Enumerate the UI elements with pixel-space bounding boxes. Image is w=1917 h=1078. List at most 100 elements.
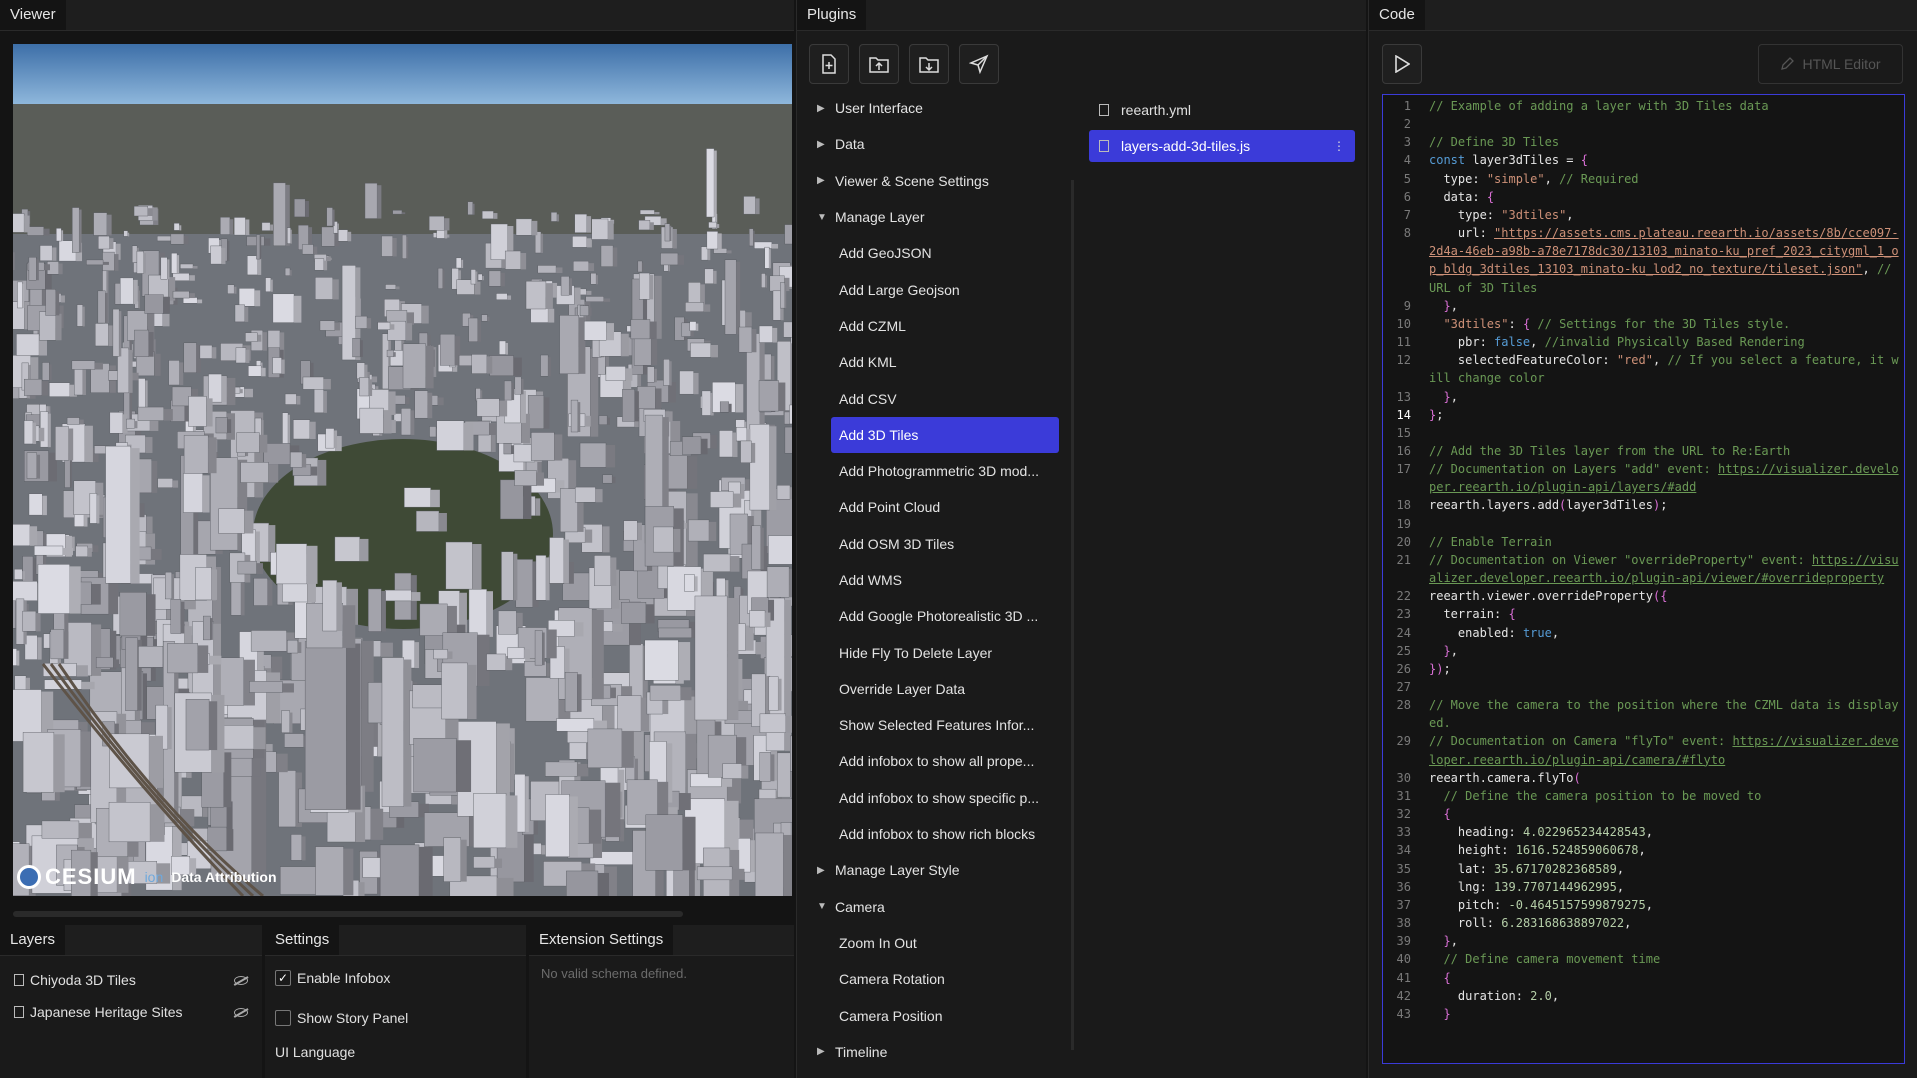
tree-item[interactable]: Add WMS bbox=[797, 562, 1073, 598]
more-options-icon[interactable]: ⋮ bbox=[1333, 139, 1345, 153]
tree-item[interactable]: Add Google Photorealistic 3D ... bbox=[797, 598, 1073, 634]
code-line[interactable]: 29 // Documentation on Camera "flyTo" eve… bbox=[1383, 732, 1904, 768]
code-line[interactable]: 12 selectedFeatureColor: "red", // If yo… bbox=[1383, 351, 1904, 387]
code-line[interactable]: 9 }, bbox=[1383, 297, 1904, 315]
tree-item[interactable]: Add Large Geojson bbox=[797, 271, 1073, 307]
code-line[interactable]: 16 // Add the 3D Tiles layer from the URL… bbox=[1383, 442, 1904, 460]
code-line[interactable]: 5 type: "simple", // Required bbox=[1383, 170, 1904, 188]
data-attribution-link[interactable]: Data Attribution bbox=[171, 869, 276, 885]
code-line[interactable]: 11 pbr: false, //invalid Physically Base… bbox=[1383, 333, 1904, 351]
code-line[interactable]: 7 type: "3dtiles", bbox=[1383, 206, 1904, 224]
show-story-panel-checkbox[interactable] bbox=[275, 1010, 291, 1026]
code-line[interactable]: 20 // Enable Terrain bbox=[1383, 533, 1904, 551]
tree-item[interactable]: Add infobox to show rich blocks bbox=[797, 816, 1073, 852]
code-line[interactable]: 40 // Define camera movement time bbox=[1383, 950, 1904, 968]
line-number: 13 bbox=[1396, 389, 1411, 404]
code-line[interactable]: 35 lat: 35.67170282368589, bbox=[1383, 860, 1904, 878]
code-line[interactable]: 39 }, bbox=[1383, 932, 1904, 950]
tree-item[interactable]: Add 3D Tiles bbox=[831, 416, 1059, 453]
tree-item[interactable]: Add KML bbox=[797, 344, 1073, 380]
tree-item[interactable]: Hide Fly To Delete Layer bbox=[797, 634, 1073, 670]
tree-item[interactable]: Override Layer Data bbox=[797, 671, 1073, 707]
code-line[interactable]: 26}); bbox=[1383, 660, 1904, 678]
code-line[interactable]: 27 bbox=[1383, 678, 1904, 696]
code-line[interactable]: 22 reearth.viewer.overrideProperty({ bbox=[1383, 587, 1904, 605]
code-line[interactable]: 14}; bbox=[1383, 406, 1904, 424]
tree-group[interactable]: ▶ Data bbox=[797, 126, 1073, 162]
tree-item[interactable]: Zoom In Out bbox=[797, 925, 1073, 961]
tab-extension-settings[interactable]: Extension Settings bbox=[529, 924, 674, 955]
tree-group[interactable]: ▼ Manage Layer bbox=[797, 199, 1073, 235]
enable-infobox-row[interactable]: ✓ Enable Infobox bbox=[265, 958, 526, 998]
code-line[interactable]: 1 // Example of adding a layer with 3D Ti… bbox=[1383, 97, 1904, 115]
code-line[interactable]: 10 "3dtiles": { // Settings for the 3D T… bbox=[1383, 315, 1904, 333]
code-line[interactable]: 15 bbox=[1383, 424, 1904, 442]
code-line[interactable]: 42 duration: 2.0, bbox=[1383, 987, 1904, 1005]
code-line[interactable]: 4 const layer3dTiles = { bbox=[1383, 151, 1904, 169]
file-item-layers-add-3d-tiles[interactable]: layers-add-3d-tiles.js ⋮ bbox=[1089, 130, 1355, 162]
code-line[interactable]: 30 reearth.camera.flyTo( bbox=[1383, 769, 1904, 787]
html-editor-button[interactable]: HTML Editor bbox=[1758, 44, 1903, 84]
code-line[interactable]: 3 // Define 3D Tiles bbox=[1383, 133, 1904, 151]
tab-settings[interactable]: Settings bbox=[265, 924, 340, 955]
tree-item[interactable]: Add Photogrammetric 3D mod... bbox=[797, 453, 1073, 489]
code-line[interactable]: 25 }, bbox=[1383, 642, 1904, 660]
code-line[interactable]: 6 data: { bbox=[1383, 188, 1904, 206]
code-line[interactable]: 18 reearth.layers.add(layer3dTiles); bbox=[1383, 496, 1904, 514]
upload-button[interactable] bbox=[859, 44, 899, 84]
tree-group[interactable]: ▶ Timeline bbox=[797, 1034, 1073, 1070]
code-editor[interactable]: 1 // Example of adding a layer with 3D Ti… bbox=[1382, 94, 1905, 1064]
tree-item[interactable]: Add infobox to show specific p... bbox=[797, 780, 1073, 816]
new-file-button[interactable] bbox=[809, 44, 849, 84]
code-line[interactable]: 23 terrain: { bbox=[1383, 605, 1904, 623]
tree-item[interactable]: Add CZML bbox=[797, 308, 1073, 344]
download-button[interactable] bbox=[909, 44, 949, 84]
layer-item[interactable]: Japanese Heritage Sites bbox=[0, 996, 262, 1028]
code-line[interactable]: 38 roll: 6.283168638897022, bbox=[1383, 914, 1904, 932]
code-line[interactable]: 43 } bbox=[1383, 1005, 1904, 1023]
tree-item[interactable]: Add Point Cloud bbox=[797, 489, 1073, 525]
enable-infobox-checkbox[interactable]: ✓ bbox=[275, 970, 291, 986]
code-line[interactable]: 17 // Documentation on Layers "add" event… bbox=[1383, 460, 1904, 496]
share-button[interactable] bbox=[959, 44, 999, 84]
tab-code[interactable]: Code bbox=[1369, 0, 1425, 30]
code-line[interactable]: 28 // Move the camera to the position whe… bbox=[1383, 696, 1904, 732]
code-line[interactable]: 37 pitch: -0.4645157599879275, bbox=[1383, 896, 1904, 914]
visibility-hidden-icon[interactable] bbox=[234, 975, 248, 985]
tree-group[interactable]: ▶ Viewer & Scene Settings bbox=[797, 163, 1073, 199]
tree-item[interactable]: Camera Position bbox=[797, 997, 1073, 1033]
tree-item[interactable]: Add infobox to show all prope... bbox=[797, 743, 1073, 779]
map-viewport[interactable]: CESIUM ion Data Attribution bbox=[13, 44, 792, 896]
visibility-hidden-icon[interactable] bbox=[234, 1007, 248, 1017]
code-line[interactable]: 36 lng: 139.7707144962995, bbox=[1383, 878, 1904, 896]
code-line[interactable]: 34 height: 1616.524859060678, bbox=[1383, 841, 1904, 859]
run-button[interactable] bbox=[1382, 44, 1422, 84]
code-line[interactable]: 13 }, bbox=[1383, 388, 1904, 406]
tree-item[interactable]: Camera Rotation bbox=[797, 961, 1073, 997]
caret-down-icon: ▼ bbox=[817, 901, 827, 913]
tab-viewer[interactable]: Viewer bbox=[0, 0, 66, 30]
tree-item[interactable]: Add GeoJSON bbox=[797, 235, 1073, 271]
code-line[interactable]: 33 heading: 4.022965234428543, bbox=[1383, 823, 1904, 841]
code-line[interactable]: 41 { bbox=[1383, 969, 1904, 987]
tab-plugins[interactable]: Plugins bbox=[797, 0, 867, 30]
plugin-tree-scrollbar[interactable] bbox=[1071, 180, 1074, 1050]
code-line[interactable]: 24 enabled: true, bbox=[1383, 624, 1904, 642]
code-line[interactable]: 2 bbox=[1383, 115, 1904, 133]
tree-item[interactable]: Add OSM 3D Tiles bbox=[797, 526, 1073, 562]
tree-group[interactable]: ▶ Manage Layer Style bbox=[797, 852, 1073, 888]
tree-group[interactable]: ▶ User Interface bbox=[797, 90, 1073, 126]
tab-layers[interactable]: Layers bbox=[0, 924, 66, 955]
viewer-horizontal-scrollbar[interactable] bbox=[13, 911, 683, 917]
code-line[interactable]: 32 { bbox=[1383, 805, 1904, 823]
layer-item[interactable]: Chiyoda 3D Tiles bbox=[0, 964, 262, 996]
file-item-reearth-yml[interactable]: reearth.yml bbox=[1089, 94, 1355, 126]
code-line[interactable]: 19 bbox=[1383, 515, 1904, 533]
tree-item[interactable]: Add CSV bbox=[797, 380, 1073, 416]
code-line[interactable]: 8 url: "https://assets.cms.plateau.reear… bbox=[1383, 224, 1904, 297]
code-line[interactable]: 21 // Documentation on Viewer "overridePr… bbox=[1383, 551, 1904, 587]
tree-item[interactable]: Show Selected Features Infor... bbox=[797, 707, 1073, 743]
code-line[interactable]: 31 // Define the camera position to be m… bbox=[1383, 787, 1904, 805]
tree-group[interactable]: ▼ Camera bbox=[797, 889, 1073, 925]
show-story-panel-row[interactable]: Show Story Panel bbox=[265, 998, 526, 1038]
